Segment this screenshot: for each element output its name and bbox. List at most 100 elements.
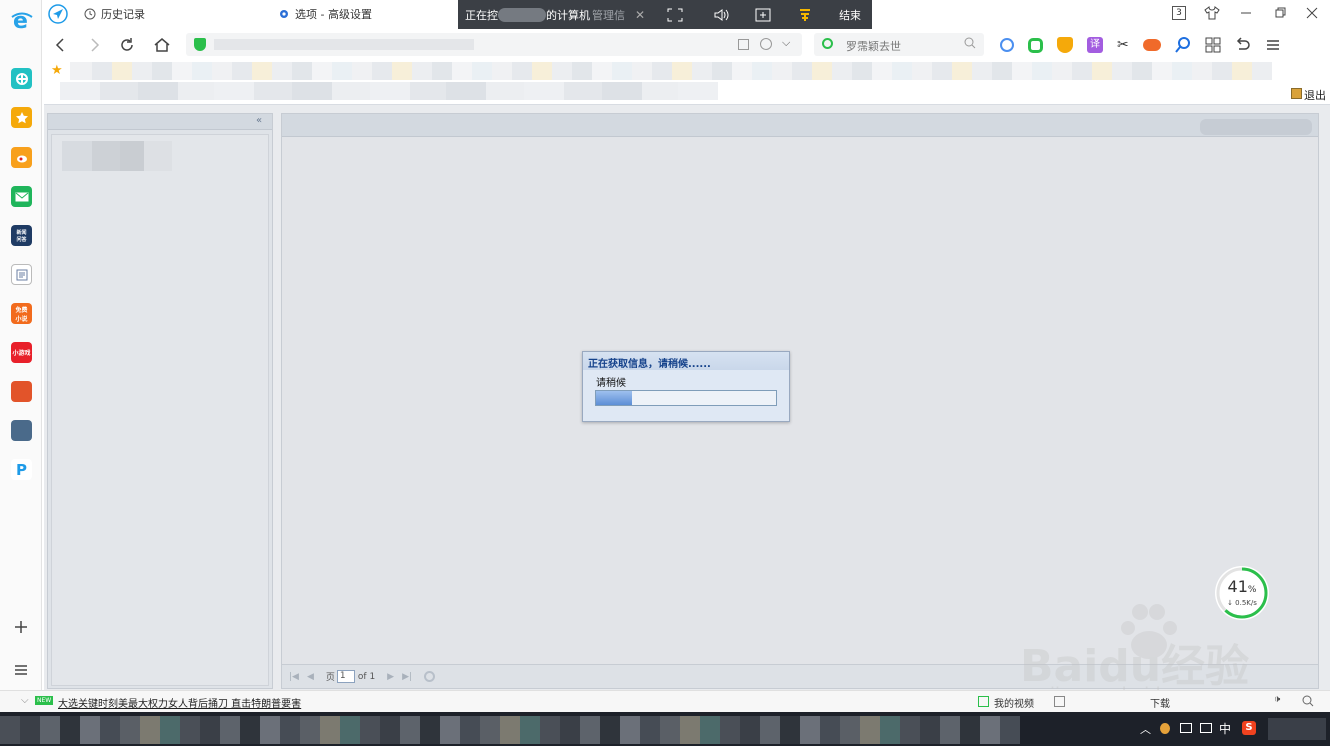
remote-title-blurred [498, 7, 546, 22]
end-session-button[interactable]: 结束 [839, 7, 861, 23]
first-page-button[interactable]: |◀ [289, 672, 299, 682]
chevron-down-icon[interactable]: ⌵ [21, 695, 29, 706]
chevron-down-icon[interactable]: ⌵ [782, 36, 790, 50]
exit-icon[interactable] [1291, 88, 1302, 99]
tab-label: 历史记录 [101, 8, 145, 21]
weibo-icon[interactable] [11, 147, 32, 168]
favorites-star-icon[interactable] [11, 107, 32, 128]
home-button[interactable] [153, 36, 171, 54]
mail-icon[interactable] [11, 186, 32, 207]
search-placeholder: 罗霈颖去世 [846, 40, 901, 53]
tab-history[interactable]: 历史记录 [84, 0, 145, 28]
game-controller-icon[interactable] [1142, 39, 1161, 51]
next-page-button[interactable]: ▶ [387, 672, 394, 682]
shield-ext-icon[interactable] [1057, 37, 1073, 53]
loading-dialog: 正在获取信息，请稍候...... 请稍候 [582, 351, 790, 422]
p-app-icon[interactable]: P [11, 459, 32, 480]
back-button[interactable] [52, 36, 70, 54]
browser-logo-icon[interactable]: e [10, 8, 34, 32]
speaker-icon[interactable]: 🕩 [1274, 694, 1280, 705]
app-header-blurred [60, 82, 730, 100]
menu-list-icon[interactable] [13, 663, 29, 677]
tray-app-icon[interactable] [1160, 723, 1170, 734]
remote-control-bar: 正在控 的计算机 管理信 ✕ 结束 [458, 0, 872, 29]
zoom-search-icon[interactable] [1174, 37, 1191, 53]
news-badge: NEW [35, 696, 54, 705]
news-ticker-link[interactable]: 大选关键时刻美最大权力女人背后捅刀 直击特朗普要害 [58, 695, 301, 710]
zoom-icon[interactable] [1302, 695, 1314, 707]
remote-close-icon[interactable]: ✕ [635, 8, 645, 22]
left-panel-header: « [48, 114, 272, 130]
last-page-button[interactable]: ▶| [402, 672, 412, 682]
remote-title-end: 的计算机 [546, 8, 590, 22]
plus-app-icon[interactable] [11, 68, 32, 89]
tab-advanced-settings[interactable]: 选项 - 高级设置 [278, 0, 372, 28]
address-bar[interactable]: ⌵ [186, 33, 802, 56]
tab-count-badge[interactable]: 3 [1172, 6, 1186, 20]
sogou-ime-icon[interactable]: S [1242, 721, 1256, 735]
ime-indicator[interactable]: 中 [1219, 720, 1231, 737]
novel-app-icon[interactable]: 免费 小说 [11, 303, 32, 324]
forward-button[interactable] [85, 36, 103, 54]
grid-header [282, 114, 1318, 137]
game-app-icon[interactable]: 小游戏 [11, 342, 32, 363]
security-shield-icon [194, 38, 206, 51]
close-window-button[interactable] [1304, 6, 1320, 20]
download-link[interactable]: 下载 [1150, 695, 1170, 710]
bookmarks-blurred [70, 62, 1300, 80]
refresh-grid-icon[interactable] [424, 671, 436, 682]
ie-mode-icon[interactable] [760, 38, 772, 50]
search-icon[interactable] [964, 37, 976, 49]
qr-code-icon[interactable] [738, 39, 749, 50]
dialog-title: 正在获取信息，请稍候...... [583, 352, 789, 370]
my-video-link[interactable]: 我的视频 [994, 695, 1034, 710]
news-app-icon[interactable]: 新闻 问答 [11, 225, 32, 246]
speed-percent-unit: % [1247, 585, 1257, 595]
game-soldier-icon[interactable] [11, 420, 32, 441]
search-engine-icon[interactable] [822, 38, 833, 49]
left-tree-panel: « [47, 113, 273, 689]
gear-icon [280, 10, 288, 18]
skin-shirt-icon[interactable] [1204, 6, 1220, 20]
page-total: of 1 [357, 671, 376, 682]
green-ext-icon[interactable] [1028, 37, 1043, 53]
game-character-icon[interactable] [11, 381, 32, 402]
undo-close-icon[interactable] [1235, 37, 1251, 53]
screenshot-scissors-icon[interactable]: ✂ [1117, 37, 1129, 53]
video-play-icon[interactable] [978, 696, 989, 707]
window-mode-icon[interactable] [755, 8, 771, 22]
pin-toolbar-icon[interactable] [797, 8, 813, 22]
restore-button[interactable] [1272, 6, 1288, 20]
refresh-button[interactable] [118, 36, 136, 54]
translate-tool-icon[interactable]: 译 [1087, 37, 1103, 53]
volume-icon[interactable] [713, 8, 729, 22]
minimize-button[interactable] [1238, 6, 1254, 20]
navigate-icon[interactable] [48, 4, 68, 24]
tab-label: 选项 - 高级设置 [295, 8, 372, 21]
bookmark-star-icon[interactable]: ★ [51, 63, 63, 78]
exit-link[interactable]: 退出 [1304, 87, 1326, 103]
svg-text:e: e [13, 9, 28, 32]
network-tray-icon[interactable] [1180, 723, 1192, 733]
remote-title-start: 正在控 [465, 8, 498, 22]
document-app-icon[interactable] [11, 264, 32, 285]
bookmarks-bar: ★ [42, 60, 1330, 82]
hamburger-menu-icon[interactable] [1265, 37, 1281, 53]
keyboard-tray-icon[interactable] [1200, 723, 1212, 733]
apps-grid-icon[interactable] [1205, 37, 1221, 53]
collapse-panel-icon[interactable]: « [256, 115, 262, 126]
progress-fill [596, 391, 632, 405]
tree-item-blurred [62, 141, 172, 171]
search-box[interactable]: 罗霈颖去世 [814, 33, 984, 56]
add-app-icon[interactable] [13, 619, 29, 635]
fullscreen-icon[interactable] [667, 8, 683, 22]
prev-page-button[interactable]: ◀ [307, 672, 314, 682]
tray-expand-icon[interactable]: ︿ [1140, 721, 1151, 737]
speed-percent: 41 [1227, 577, 1248, 596]
status-tool-icon[interactable] [1054, 696, 1065, 707]
translate-ext-icon[interactable] [1000, 38, 1014, 52]
browser-status-bar: ⌵ NEW 大选关键时刻美最大权力女人背后捅刀 直击特朗普要害 我的视频 下载 … [0, 690, 1330, 712]
page-input[interactable]: 1 [336, 670, 355, 683]
progress-bar [595, 390, 777, 406]
browser-sidebar: e 新闻 问答 免费 小说 小游戏 P [0, 0, 42, 712]
